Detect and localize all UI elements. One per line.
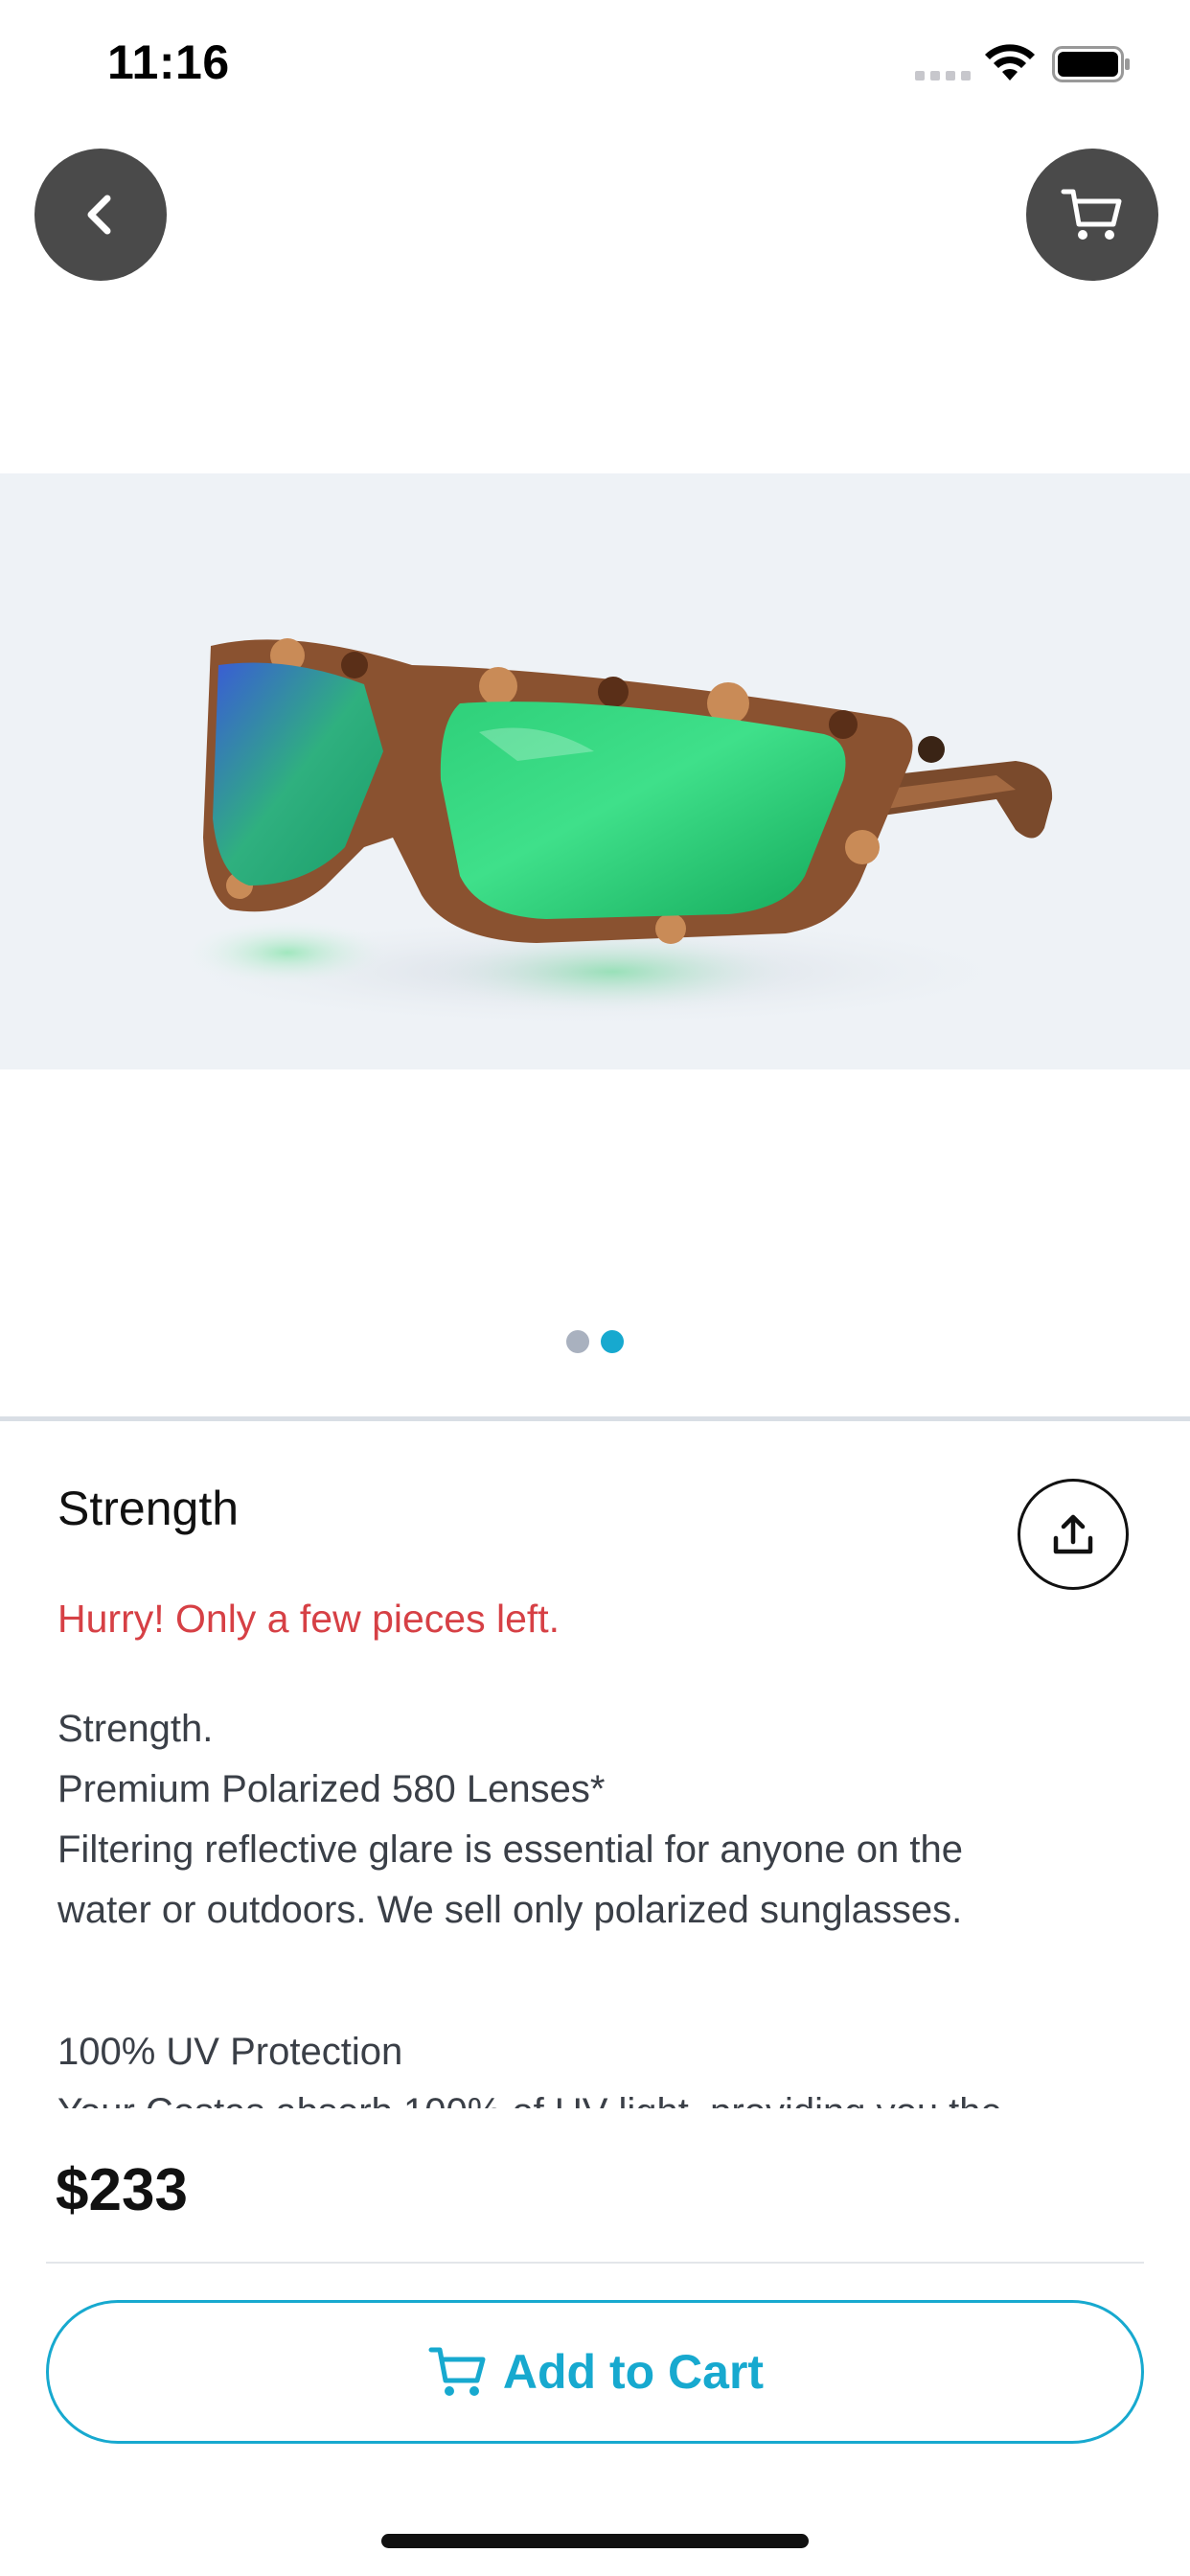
share-button[interactable] <box>1018 1479 1129 1590</box>
checkout-panel: $233 Add to Cart <box>0 2108 1190 2576</box>
wifi-icon <box>985 44 1035 80</box>
description-line: Strength. <box>57 1708 214 1750</box>
status-bar: 11:16 <box>0 0 1190 126</box>
product-title: Strength <box>57 1482 240 1535</box>
stock-warning: Hurry! Only a few pieces left. <box>57 1597 561 1641</box>
description-line: 100% UV Protection <box>57 2031 403 2073</box>
description-line: water or outdoors. We sell only polarize… <box>57 1889 963 1931</box>
cellular-signal-icon <box>915 71 971 80</box>
product-description: Strength. Premium Polarized 580 Lenses* … <box>57 1699 1131 2108</box>
back-button[interactable] <box>34 149 167 281</box>
product-details: Strength Hurry! Only a few pieces left. … <box>0 1421 1190 2108</box>
carousel-indicator <box>0 1330 1190 1353</box>
add-to-cart-label: Add to Cart <box>502 2345 765 2399</box>
product-price: $233 <box>56 2157 188 2223</box>
description-line: Your Costas absorb 100% of UV light, pro… <box>57 2082 1131 2108</box>
cart-icon <box>1061 189 1122 240</box>
description-line: Premium Polarized 580 Lenses* <box>57 1768 606 1810</box>
status-time: 11:16 <box>107 35 230 89</box>
product-image[interactable] <box>0 473 1190 1070</box>
cart-icon <box>428 2347 486 2396</box>
home-indicator[interactable] <box>381 2534 809 2548</box>
panel-divider <box>46 2262 1144 2264</box>
share-icon <box>1053 1514 1093 1554</box>
product-detail-screen: 11:16 Strength Hurry! Only a few pieces … <box>0 0 1190 2576</box>
sunglasses-image <box>144 638 1053 1029</box>
add-to-cart-button[interactable]: Add to Cart <box>46 2300 1144 2444</box>
description-line: Filtering reflective glare is essential … <box>57 1828 963 1871</box>
chevron-left-icon <box>87 195 111 235</box>
carousel-dot[interactable] <box>566 1330 589 1353</box>
carousel-dot-active[interactable] <box>601 1330 624 1353</box>
cart-button[interactable] <box>1026 149 1158 281</box>
battery-icon <box>1052 46 1130 82</box>
